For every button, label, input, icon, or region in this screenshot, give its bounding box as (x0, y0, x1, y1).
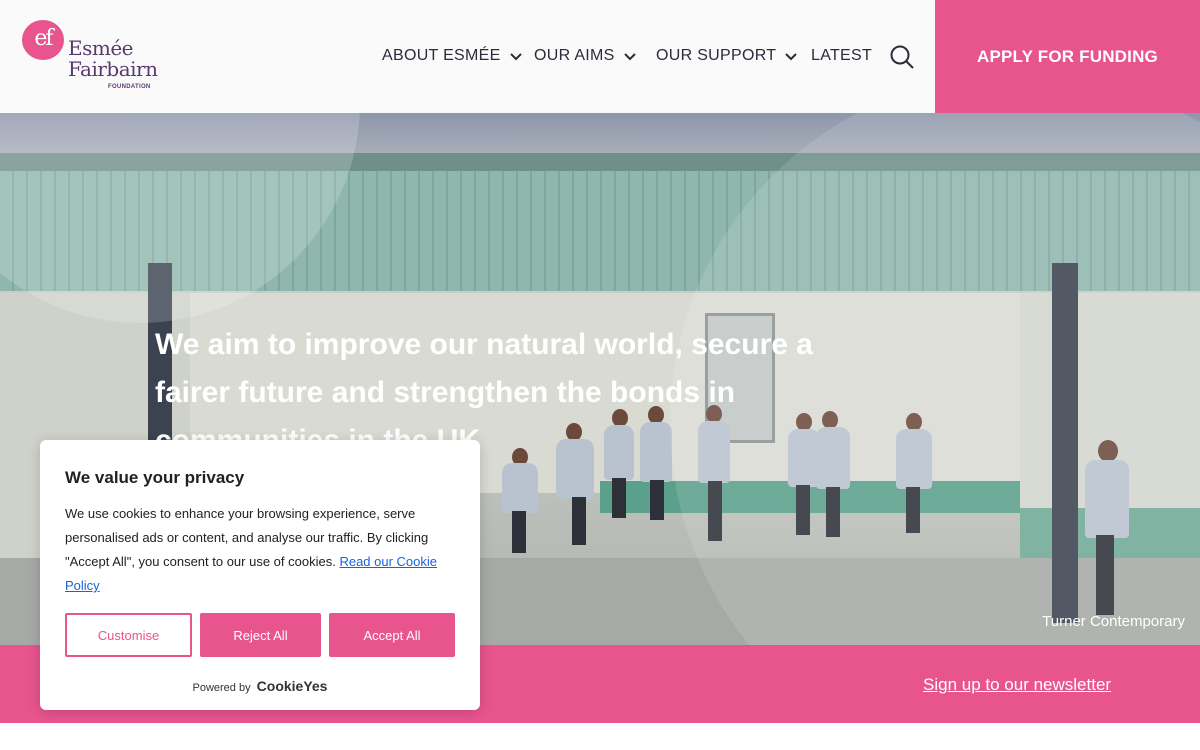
cookieyes-logo[interactable]: CookieYes (257, 678, 328, 694)
logo-name-line2: Fairbairn (68, 57, 158, 81)
photo-credit: Turner Contemporary (1042, 613, 1185, 630)
nav-item-our-support[interactable]: OUR SUPPORT (656, 45, 798, 67)
logo-wordmark: Esmée Fairbairn (68, 36, 158, 81)
reject-all-button[interactable]: Reject All (200, 613, 321, 657)
logo-mark: ef (22, 20, 64, 60)
chevron-down-icon (785, 53, 798, 61)
apply-for-funding-button[interactable]: APPLY FOR FUNDING (935, 0, 1200, 113)
nav-item-label: ABOUT ESMÉE (382, 47, 501, 64)
child-figure (512, 511, 526, 553)
powered-by-label: Powered by (192, 682, 251, 694)
child-figure (572, 497, 586, 545)
logo-name-line1: Esmée (68, 36, 134, 60)
site-logo[interactable]: ef Esmée Fairbairn FOUNDATION (22, 20, 172, 96)
nav-item-our-aims[interactable]: OUR AIMS (534, 45, 637, 67)
nav-item-label: OUR AIMS (534, 47, 615, 64)
powered-by: Powered by CookieYes (40, 678, 480, 694)
chevron-down-icon (623, 53, 636, 61)
cookie-description: We use cookies to enhance your browsing … (65, 502, 445, 598)
child-figure (502, 463, 538, 513)
nav-item-label: OUR SUPPORT (656, 47, 777, 64)
chevron-down-icon (509, 53, 522, 61)
cookie-consent-banner: We value your privacy We use cookies to … (40, 440, 480, 710)
child-figure (650, 480, 664, 520)
site-header: ef Esmée Fairbairn FOUNDATION ABOUT ESMÉ… (0, 0, 1200, 113)
nav-item-label: LATEST (811, 47, 873, 64)
search-button[interactable] (888, 43, 916, 71)
nav-item-about[interactable]: ABOUT ESMÉE (382, 45, 523, 67)
accept-all-button[interactable]: Accept All (329, 613, 455, 657)
newsletter-signup-link[interactable]: Sign up to our newsletter (923, 675, 1111, 695)
logo-foundation-label: FOUNDATION (108, 84, 151, 90)
cookie-title: We value your privacy (65, 468, 245, 487)
decorative-circle (0, 113, 360, 323)
customise-button[interactable]: Customise (65, 613, 192, 657)
child-figure (612, 478, 626, 518)
search-icon (890, 45, 914, 69)
nav-item-latest[interactable]: LATEST (811, 45, 872, 67)
